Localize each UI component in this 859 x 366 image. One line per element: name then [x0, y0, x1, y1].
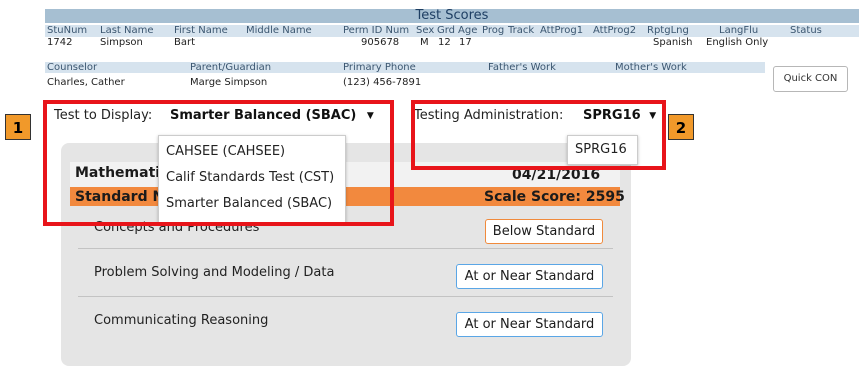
col-counselor: Counselor	[47, 62, 98, 73]
callout-box-2	[411, 100, 666, 170]
val-parent: Marge Simpson	[190, 77, 268, 88]
val-first-name: Bart	[174, 37, 196, 48]
test-scores-header: Test Scores	[45, 9, 859, 23]
scale-score: Scale Score: 2595	[484, 189, 625, 205]
student-values-row: 1742 Simpson Bart 905678 M 12 17 Spanish…	[45, 37, 859, 49]
val-last-name: Simpson	[100, 37, 143, 48]
col-age: Age	[458, 25, 478, 36]
val-rptglng: Spanish	[653, 37, 693, 48]
col-sex: Sex	[416, 25, 435, 36]
col-middle-name: Middle Name	[246, 25, 312, 36]
col-rptglng: RptgLng	[647, 25, 689, 36]
callout-number-1: 1	[5, 114, 31, 140]
callout-number-2: 2	[668, 114, 694, 140]
col-langflu: LangFlu	[719, 25, 759, 36]
claim-level-badge-2: At or Near Standard	[456, 264, 603, 289]
val-age: 17	[459, 37, 472, 48]
claim-name-2: Problem Solving and Modeling / Data	[94, 265, 335, 280]
col-mothers-work: Mother's Work	[615, 62, 687, 73]
col-status: Status	[790, 25, 822, 36]
col-fathers-work: Father's Work	[488, 62, 556, 73]
contact-values-row: Charles, Cather Marge Simpson (123) 456-…	[45, 77, 765, 89]
col-prog: Prog	[482, 25, 505, 36]
quick-con-button[interactable]: Quick CON	[773, 66, 848, 92]
val-grd: 12	[438, 37, 451, 48]
col-phone: Primary Phone	[343, 62, 416, 73]
val-counselor: Charles, Cather	[47, 77, 125, 88]
contact-column-headers: Counselor Parent/Guardian Primary Phone …	[45, 62, 765, 73]
callout-box-1	[43, 100, 394, 226]
val-phone: (123) 456-7891	[343, 77, 422, 88]
student-column-headers: StuNum Last Name First Name Middle Name …	[45, 25, 859, 37]
col-attprog2: AttProg2	[593, 25, 637, 36]
claim-level-badge-3: At or Near Standard	[456, 312, 603, 337]
divider	[78, 296, 613, 297]
col-attprog1: AttProg1	[540, 25, 584, 36]
val-langflu: English Only	[706, 37, 769, 48]
col-first-name: First Name	[174, 25, 228, 36]
col-parent: Parent/Guardian	[190, 62, 272, 73]
col-grd: Grd	[437, 25, 456, 36]
col-perm-id: Perm ID Num	[343, 25, 410, 36]
val-stunum: 1742	[47, 37, 73, 48]
col-last-name: Last Name	[100, 25, 154, 36]
divider	[78, 248, 613, 249]
claim-name-3: Communicating Reasoning	[94, 313, 269, 328]
val-sex: M	[420, 37, 429, 48]
claim-level-badge-1: Below Standard	[485, 219, 603, 244]
col-track: Track	[508, 25, 535, 36]
val-perm-id: 905678	[361, 37, 400, 48]
col-stunum: StuNum	[47, 25, 88, 36]
